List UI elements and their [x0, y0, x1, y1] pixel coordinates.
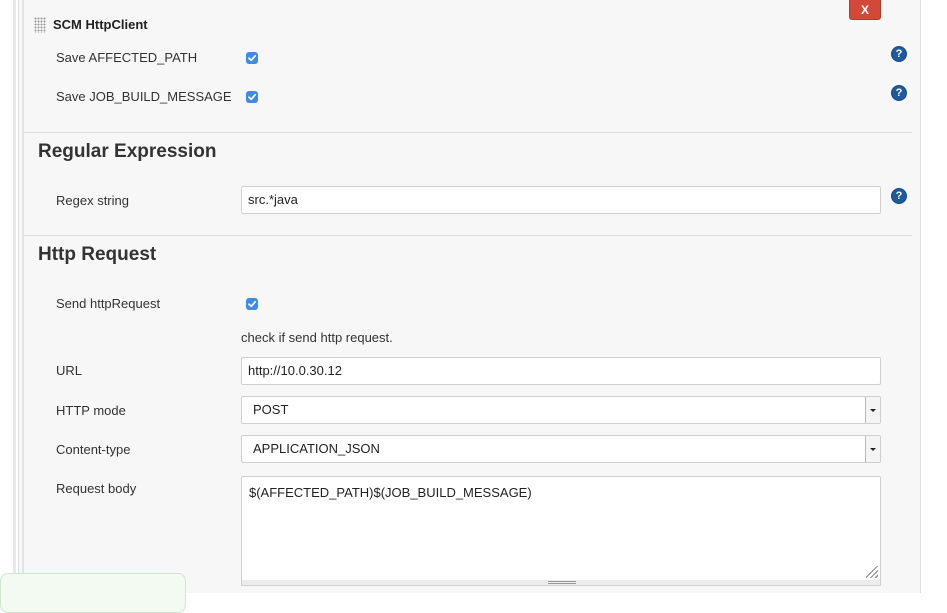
- section-title: SCM HttpClient: [53, 17, 148, 32]
- chevron-down-icon[interactable]: [865, 436, 880, 462]
- request-body-label: Request body: [56, 481, 137, 496]
- textarea-expand-handle[interactable]: [241, 580, 881, 586]
- url-input[interactable]: http://10.0.30.12: [241, 357, 881, 385]
- checkmark-icon: [248, 300, 257, 308]
- http-mode-value: POST: [253, 402, 289, 417]
- save-job-build-message-checkbox[interactable]: [246, 91, 258, 103]
- section-divider: [24, 132, 912, 133]
- help-icon[interactable]: ?: [891, 46, 907, 62]
- content-type-value: APPLICATION_JSON: [253, 441, 380, 456]
- grip-icon: [548, 581, 576, 584]
- help-icon[interactable]: ?: [891, 188, 907, 204]
- save-job-build-message-label: Save JOB_BUILD_MESSAGE: [56, 89, 232, 104]
- drag-handle-icon[interactable]: [34, 17, 46, 33]
- help-icon[interactable]: ?: [891, 85, 907, 101]
- send-http-request-label: Send httpRequest: [56, 296, 161, 311]
- resize-grip-icon[interactable]: [866, 566, 878, 578]
- regex-heading: Regular Expression: [38, 141, 217, 162]
- http-mode-label: HTTP mode: [56, 403, 126, 418]
- save-affected-path-label: Save AFFECTED_PATH: [56, 50, 198, 65]
- delete-section-button[interactable]: X: [849, 0, 881, 20]
- checkmark-icon: [248, 54, 257, 62]
- save-affected-path-checkbox[interactable]: [246, 52, 258, 64]
- send-http-request-hint: check if send http request.: [241, 330, 393, 345]
- regex-input[interactable]: src.*java: [241, 186, 881, 214]
- content-type-select[interactable]: APPLICATION_JSON: [241, 435, 881, 463]
- chevron-down-icon[interactable]: [865, 397, 880, 423]
- section-divider: [24, 235, 912, 236]
- checkmark-icon: [248, 93, 257, 101]
- page-left-border: [13, 0, 16, 593]
- request-body-value: $(AFFECTED_PATH)$(JOB_BUILD_MESSAGE): [249, 485, 532, 500]
- regex-label: Regex string: [56, 193, 129, 208]
- http-mode-select[interactable]: POST: [241, 396, 881, 424]
- http-request-heading: Http Request: [38, 244, 157, 265]
- content-type-label: Content-type: [56, 442, 131, 457]
- notification-bar: [0, 573, 186, 613]
- request-body-textarea[interactable]: $(AFFECTED_PATH)$(JOB_BUILD_MESSAGE): [241, 476, 881, 581]
- url-label: URL: [56, 363, 83, 378]
- panel-inner-border: [22, 0, 24, 593]
- send-http-request-checkbox[interactable]: [246, 298, 258, 310]
